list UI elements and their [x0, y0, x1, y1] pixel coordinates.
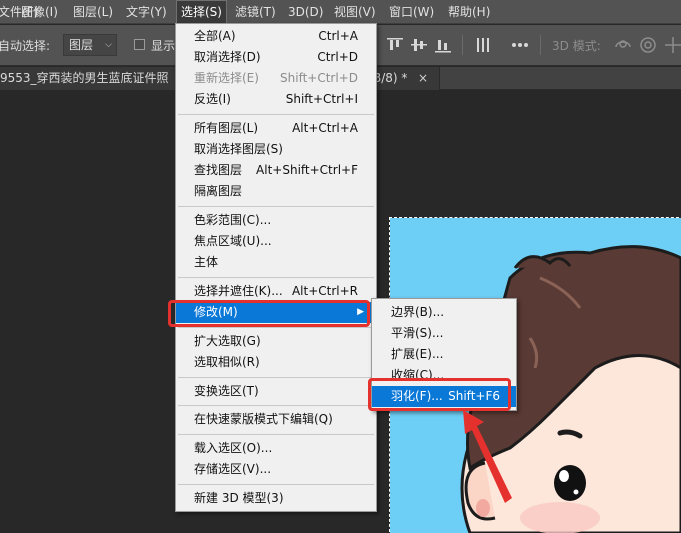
toolbar-separator [462, 35, 463, 55]
menu-window[interactable]: 窗口(W) [389, 0, 434, 24]
submenu-item-expand[interactable]: 扩展(E)... [372, 344, 516, 365]
menu-item-similar[interactable]: 选取相似(R) [176, 352, 376, 373]
menu-help[interactable]: 帮助(H) [448, 0, 490, 24]
auto-select-target-value: 图层 [69, 38, 94, 52]
show-label: 显示 [151, 39, 176, 53]
submenu-item-smooth[interactable]: 平滑(S)... [372, 323, 516, 344]
menu-filter[interactable]: 滤镜(T) [235, 0, 276, 24]
3d-orbit-icon[interactable] [613, 35, 633, 55]
menu-item-color-range[interactable]: 色彩范围(C)... [176, 210, 376, 231]
submenu-item-feather[interactable]: 羽化(F)... Shift+F6 [372, 386, 516, 407]
3d-roll-icon[interactable] [638, 35, 658, 55]
modify-submenu: 边界(B)... 平滑(S)... 扩展(E)... 收缩(C)... 羽化(F… [371, 298, 517, 411]
menu-item-inverse[interactable]: 反选(I) Shift+Ctrl+I [176, 89, 376, 110]
menu-item-focus-area[interactable]: 焦点区域(U)... [176, 231, 376, 252]
menu-divider [178, 434, 374, 435]
menu-item-deselect[interactable]: 取消选择(D) Ctrl+D [176, 47, 376, 68]
menu-divider [178, 405, 374, 406]
menu-divider [178, 484, 374, 485]
submenu-item-border[interactable]: 边界(B)... [372, 302, 516, 323]
submenu-item-contract[interactable]: 收缩(C)... [372, 365, 516, 386]
document-tab-title: 9553_穿西装的男生蓝底证件照 [0, 71, 169, 85]
menu-image[interactable]: 图像(I) [21, 0, 58, 24]
menu-item-select-and-mask[interactable]: 选择并遮住(K)... Alt+Ctrl+R [176, 281, 376, 302]
menu-view[interactable]: 视图(V) [334, 0, 376, 24]
close-icon[interactable]: × [418, 67, 428, 90]
chevron-down-icon: ⌵ [105, 40, 112, 50]
menu-divider [178, 114, 374, 115]
menu-item-save-selection[interactable]: 存储选区(V)... [176, 459, 376, 480]
submenu-arrow-icon: ▶ [357, 307, 364, 317]
auto-select-label: 自动选择: [0, 39, 51, 53]
menu-item-grow[interactable]: 扩大选取(G) [176, 331, 376, 352]
menu-divider [178, 277, 374, 278]
menu-item-isolate-layers[interactable]: 隔离图层 [176, 181, 376, 202]
menu-bar: 文件(F) 图像(I) 图层(L) 文字(Y) 选择(S) 滤镜(T) 3D(D… [0, 0, 681, 24]
menu-item-new-3d-model[interactable]: 新建 3D 模型(3) [176, 488, 376, 509]
menu-divider [178, 377, 374, 378]
menu-item-quick-mask[interactable]: 在快速蒙版模式下编辑(Q) [176, 409, 376, 430]
menu-item-modify[interactable]: 修改(M) ▶ [176, 302, 376, 323]
menu-type[interactable]: 文字(Y) [126, 0, 167, 24]
align-vertical-center-icon[interactable] [409, 35, 429, 55]
menu-item-load-selection[interactable]: 载入选区(O)... [176, 438, 376, 459]
menu-layer[interactable]: 图层(L) [73, 0, 113, 24]
menu-item-all-layers[interactable]: 所有图层(L) Alt+Ctrl+A [176, 118, 376, 139]
menu-item-find-layers[interactable]: 查找图层 Alt+Shift+Ctrl+F [176, 160, 376, 181]
menu-item-reselect: 重新选择(E) Shift+Ctrl+D [194, 71, 358, 85]
distribute-icon[interactable] [473, 35, 493, 55]
menu-3d[interactable]: 3D(D) [288, 0, 323, 24]
menu-select[interactable]: 选择(S) [176, 0, 227, 24]
menu-divider [178, 327, 374, 328]
menu-item-select-all[interactable]: 全部(A) Ctrl+A [176, 26, 376, 47]
annotation-arrow-icon [463, 410, 512, 503]
menu-item-deselect-layers[interactable]: 取消选择图层(S) [176, 139, 376, 160]
toolbar-separator [540, 35, 541, 55]
3d-pan-icon[interactable] [663, 35, 681, 55]
menu-item-subject[interactable]: 主体 [176, 252, 376, 273]
document-tab-mode: B/8) * [373, 71, 408, 85]
align-bottom-icon[interactable] [433, 35, 453, 55]
select-menu-dropdown: 全部(A) Ctrl+A 取消选择(D) Ctrl+D 重新选择(E) Shift+C… [175, 23, 377, 512]
more-options-icon[interactable] [510, 35, 530, 55]
menu-divider [178, 206, 374, 207]
align-top-icon[interactable] [385, 35, 405, 55]
3d-mode-label: 3D 模式: [552, 39, 601, 53]
menu-item-transform-selection[interactable]: 变换选区(T) [176, 381, 376, 402]
auto-select-target-dropdown[interactable]: 图层 ⌵ [63, 34, 117, 56]
show-transform-controls-checkbox[interactable] [134, 39, 145, 50]
